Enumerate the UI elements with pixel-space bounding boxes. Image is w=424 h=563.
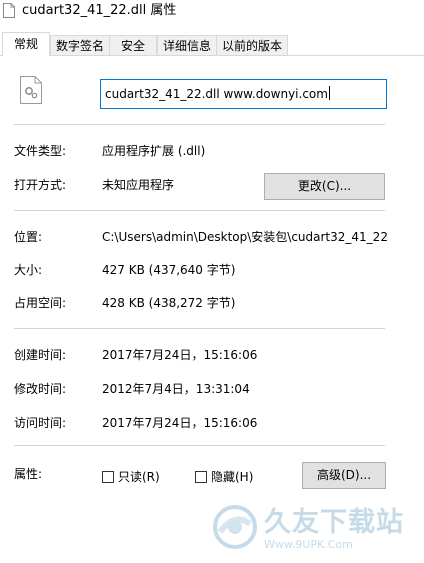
- file-icon: [3, 3, 15, 18]
- readonly-checkbox[interactable]: [102, 471, 114, 483]
- separator: [14, 445, 385, 446]
- title-bar: cudart32_41_22.dll 属性: [0, 0, 424, 30]
- separator: [14, 328, 385, 329]
- size-on-disk-value: 428 KB (438,272 字节): [102, 296, 236, 310]
- file-type-label: 文件类型:: [14, 144, 67, 158]
- text-caret: [328, 86, 330, 100]
- attributes-label: 属性:: [14, 467, 43, 481]
- created-label: 创建时间:: [14, 348, 67, 362]
- location-value: C:\Users\admin\Desktop\安装包\cudart32_41_2…: [102, 230, 388, 244]
- watermark-url: Www.9UPK.Com: [264, 538, 353, 551]
- readonly-label[interactable]: 只读(R): [118, 469, 160, 485]
- advanced-button[interactable]: 高级(D)...: [302, 462, 386, 489]
- accessed-value: 2017年7月24日，15:16:06: [102, 416, 258, 430]
- modified-label: 修改时间:: [14, 382, 67, 396]
- accessed-label: 访问时间:: [14, 416, 67, 430]
- opens-with-value: 未知应用程序: [102, 178, 175, 192]
- tab-security[interactable]: 安全: [109, 35, 157, 55]
- separator: [14, 210, 385, 211]
- hidden-checkbox[interactable]: [195, 471, 207, 483]
- created-value: 2017年7月24日，15:16:06: [102, 348, 258, 362]
- tab-details[interactable]: 详细信息: [157, 35, 217, 55]
- size-value: 427 KB (437,640 字节): [102, 263, 236, 277]
- filename-value: cudart32_41_22.dll www.downyi.com: [105, 87, 328, 101]
- change-button[interactable]: 更改(C)...: [264, 173, 385, 200]
- tab-previous-versions[interactable]: 以前的版本: [216, 35, 288, 55]
- hidden-label[interactable]: 隐藏(H): [211, 469, 253, 485]
- opens-with-label: 打开方式:: [14, 178, 67, 192]
- watermark-logo-icon: [213, 505, 257, 549]
- window-title: cudart32_41_22.dll 属性: [22, 3, 177, 18]
- dll-file-icon: [20, 76, 42, 104]
- separator: [14, 124, 385, 125]
- watermark-text: 久友下载站: [264, 507, 404, 538]
- file-type-value: 应用程序扩展 (.dll): [102, 144, 206, 158]
- watermark: 久友下载站 Www.9UPK.Com: [206, 500, 418, 560]
- tab-general[interactable]: 常规: [2, 32, 50, 56]
- filename-input[interactable]: cudart32_41_22.dll www.downyi.com: [100, 79, 387, 109]
- size-label: 大小:: [14, 263, 43, 277]
- size-on-disk-label: 占用空间:: [14, 296, 67, 310]
- tab-digital-signatures[interactable]: 数字签名: [50, 35, 110, 55]
- location-label: 位置:: [14, 230, 43, 244]
- modified-value: 2012年7月4日，13:31:04: [102, 382, 250, 396]
